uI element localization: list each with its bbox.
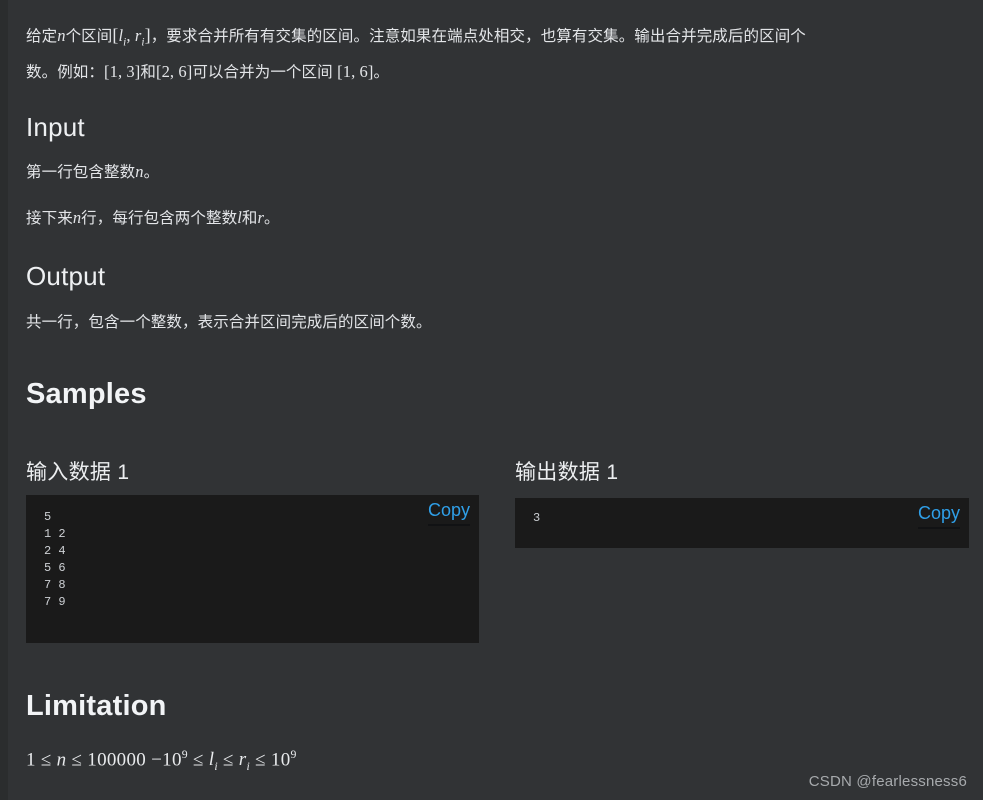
statement-text-pre: 给定 (26, 28, 58, 45)
statement-line-1: 给定n个区间[li, ri]，要求合并所有有交集的区间。注意如果在端点处相交，也… (26, 20, 961, 57)
statement-text-post: ，要求合并所有有交集的区间。注意如果在端点处相交，也算有交集。输出合并完成后的区… (150, 28, 806, 45)
formula-negative-ten: −10 (146, 749, 182, 771)
math-var-r: ri (135, 26, 145, 48)
copy-button-input[interactable]: Copy (427, 498, 470, 526)
sample-input-content: 5 1 2 2 4 5 6 7 8 7 9 (44, 510, 66, 609)
statement-line2-end: 。 (373, 64, 390, 82)
formula-lower-bound: 1 (26, 749, 36, 771)
input-desc1-post: 。 (143, 164, 160, 181)
interval-c: [1, 6] (337, 62, 374, 82)
statement-line2-post: 可以合并为一个区间 (192, 64, 338, 82)
problem-page: 给定n个区间[li, ri]，要求合并所有有交集的区间。注意如果在端点处相交，也… (0, 0, 983, 800)
formula-ten: 10 (270, 749, 291, 771)
input-desc2-pre: 接下来 (26, 210, 73, 227)
sample-output-content: 3 (533, 511, 541, 525)
statement-line2-mid: 和 (140, 64, 156, 82)
formula-le-1: ≤ (35, 749, 57, 771)
statement-text-mid: 个区间 (65, 28, 113, 45)
math-var-n-rows: n (72, 208, 82, 227)
section-heading-input: Input (26, 112, 85, 142)
interval-b: [2, 6] (155, 62, 193, 82)
problem-statement: 给定n个区间[li, ri]，要求合并所有有交集的区间。注意如果在端点处相交，也… (26, 20, 961, 88)
formula-var-n: n (56, 749, 67, 771)
formula-var-l: li (209, 749, 218, 773)
formula-var-r: ri (239, 749, 250, 773)
section-heading-samples: Samples (26, 378, 147, 410)
formula-le-4: ≤ (217, 749, 239, 771)
sample-output-codeblock: Copy 3 (515, 498, 969, 548)
formula-le-5: ≤ (250, 749, 271, 771)
math-var-n: n (57, 26, 66, 45)
formula-n-upper-bound: 100000 (87, 749, 147, 771)
sample-output-title: 输出数据 1 (515, 461, 619, 484)
formula-le-3: ≤ (187, 749, 209, 771)
output-desc-text: 共一行，包含一个整数，表示合并区间完成后的区间个数。 (26, 314, 432, 331)
section-heading-limitation: Limitation (26, 690, 167, 722)
csdn-watermark: CSDN @fearlessness6 (808, 773, 967, 790)
input-desc2-mid: 行，每行包含两个整数 (81, 210, 238, 227)
limitation-formula: 1 ≤ n ≤ 100000 −109 ≤ li ≤ ri ≤ 109 (26, 748, 297, 774)
sample-input-title: 输入数据 1 (26, 461, 130, 484)
input-desc2-and: 和 (241, 210, 258, 227)
input-desc-line-2: 接下来n行，每行包含两个整数l和r。 (26, 203, 280, 234)
math-comma: , (126, 26, 135, 45)
sample-input-codeblock: Copy 5 1 2 2 4 5 6 7 8 7 9 (26, 495, 479, 643)
formula-le-2: ≤ (66, 749, 88, 771)
interval-a: [1, 3] (104, 62, 141, 82)
section-heading-output: Output (26, 261, 106, 291)
input-desc1-pre: 第一行包含整数 (26, 164, 136, 181)
copy-button-output[interactable]: Copy (917, 501, 960, 529)
statement-line2-pre: 数。例如： (26, 64, 105, 82)
statement-line-2: 数。例如：[1, 3]和[2, 6]可以合并为一个区间 [1, 6]。 (26, 57, 961, 88)
math-var-n-input: n (135, 162, 144, 181)
formula-exponent-2: 9 (290, 748, 297, 761)
input-desc2-post: 。 (264, 210, 280, 227)
input-desc-line-1: 第一行包含整数n。 (26, 157, 159, 188)
